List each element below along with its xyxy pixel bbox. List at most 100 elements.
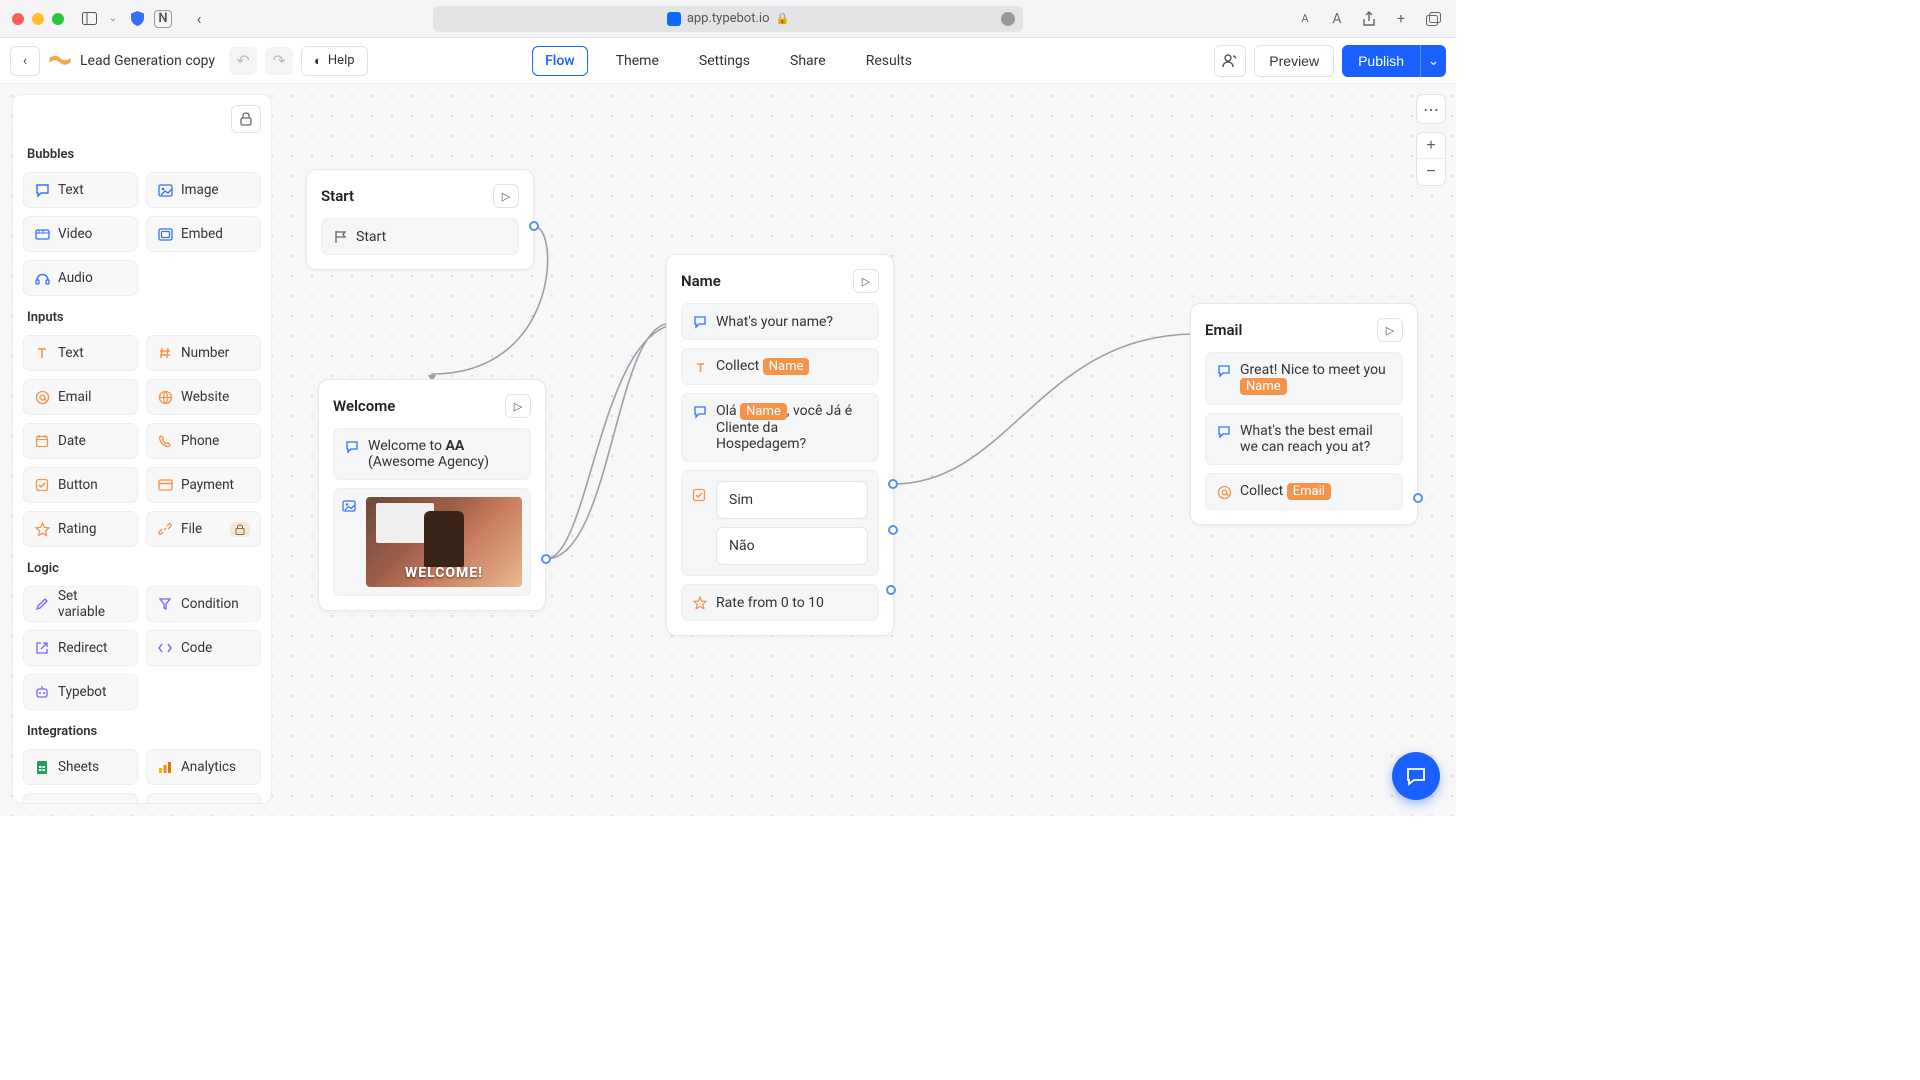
site-favicon-icon xyxy=(667,12,681,26)
back-button[interactable]: ‹ xyxy=(10,46,40,76)
help-icon: ◐ xyxy=(314,53,322,69)
main-tabs: Flow Theme Settings Share Results xyxy=(532,38,924,84)
block-redirect[interactable]: Redirect xyxy=(23,630,138,666)
tab-theme[interactable]: Theme xyxy=(604,47,671,75)
canvas-menu-button[interactable]: ⋯ xyxy=(1416,94,1446,124)
zoom-out-button[interactable]: − xyxy=(1417,159,1445,185)
publish-button[interactable]: Publish xyxy=(1342,45,1420,77)
node-email[interactable]: Email ▷ Great! Nice to meet you Name Wha… xyxy=(1190,303,1418,525)
node-name[interactable]: Name ▷ What's your name? Collect Name Ol… xyxy=(666,254,894,636)
step-ask-email[interactable]: What's the best email we can reach you a… xyxy=(1205,413,1403,465)
port-email-out[interactable] xyxy=(1413,493,1423,503)
node-start[interactable]: Start ▷ Start xyxy=(306,169,534,270)
sidebar-toggle-icon[interactable] xyxy=(78,8,100,30)
block-int-email[interactable]: Email xyxy=(146,793,261,804)
audio-icon xyxy=(34,270,50,286)
step-welcome-image[interactable] xyxy=(333,488,531,596)
project-title[interactable]: Lead Generation copy xyxy=(80,53,215,69)
section-inputs: Inputs xyxy=(27,310,261,325)
block-typebot[interactable]: Typebot xyxy=(23,674,138,710)
block-label: Video xyxy=(58,226,92,242)
block-label: Webhook xyxy=(58,803,114,804)
chat-icon xyxy=(692,404,708,420)
tab-share[interactable]: Share xyxy=(778,47,838,75)
block-phone[interactable]: Phone xyxy=(146,423,261,459)
block-image[interactable]: Image xyxy=(146,172,261,208)
port-start-out[interactable] xyxy=(529,221,539,231)
port-rate-out[interactable] xyxy=(886,585,896,595)
block-audio[interactable]: Audio xyxy=(23,260,138,296)
minimize-window-icon[interactable] xyxy=(32,13,44,25)
new-tab-icon[interactable]: + xyxy=(1390,8,1412,30)
tab-settings[interactable]: Settings xyxy=(687,47,762,75)
block-label: Button xyxy=(58,477,98,493)
run-node-button[interactable]: ▷ xyxy=(1377,318,1403,342)
back-icon[interactable]: ‹ xyxy=(188,8,210,30)
block-webhook[interactable]: Webhook xyxy=(23,793,138,804)
run-node-button[interactable]: ▷ xyxy=(493,184,519,208)
step-greet[interactable]: Great! Nice to meet you Name xyxy=(1205,352,1403,405)
step-welcome-text[interactable]: Welcome to AA (Awesome Agency) xyxy=(333,428,531,480)
run-node-button[interactable]: ▷ xyxy=(853,269,879,293)
text-size-large-icon[interactable]: A xyxy=(1326,8,1348,30)
block-condition[interactable]: Condition xyxy=(146,586,261,622)
port-welcome-out[interactable] xyxy=(541,554,551,564)
block-embed[interactable]: Embed xyxy=(146,216,261,252)
option-nao[interactable]: Não xyxy=(716,527,868,565)
step-rate[interactable]: Rate from 0 to 10 xyxy=(681,584,879,621)
tabs-overview-icon[interactable] xyxy=(1422,8,1444,30)
block-code[interactable]: Code xyxy=(146,630,261,666)
tab-flow[interactable]: Flow xyxy=(532,46,588,76)
redo-button[interactable]: ↷ xyxy=(265,47,293,75)
step-collect-name[interactable]: Collect Name xyxy=(681,348,879,385)
page-settings-icon[interactable] xyxy=(1001,12,1015,26)
code-icon xyxy=(157,640,173,656)
port-nao-out[interactable] xyxy=(888,525,898,535)
block-video[interactable]: Video xyxy=(23,216,138,252)
share-icon[interactable] xyxy=(1358,8,1380,30)
run-node-button[interactable]: ▷ xyxy=(505,394,531,418)
close-window-icon[interactable] xyxy=(12,13,24,25)
chevron-down-icon[interactable]: ⌄ xyxy=(106,8,120,30)
block-input-text[interactable]: Text xyxy=(23,335,138,371)
block-label: Redirect xyxy=(58,640,107,656)
address-bar[interactable]: app.typebot.io 🔒 xyxy=(433,6,1023,32)
notion-icon[interactable]: N xyxy=(154,10,172,28)
tab-results[interactable]: Results xyxy=(854,47,924,75)
block-website[interactable]: Website xyxy=(146,379,261,415)
shield-icon[interactable] xyxy=(126,8,148,30)
block-set-variable[interactable]: Set variable xyxy=(23,586,138,622)
block-sheets[interactable]: Sheets xyxy=(23,749,138,785)
block-date[interactable]: Date xyxy=(23,423,138,459)
step-ask-client[interactable]: Olá Name, você Já é Cliente da Hospedage… xyxy=(681,393,879,462)
block-email[interactable]: Email xyxy=(23,379,138,415)
publish-dropdown[interactable]: ⌄ xyxy=(1420,45,1446,77)
block-button[interactable]: Button xyxy=(23,467,138,503)
node-welcome[interactable]: Welcome ▷ Welcome to AA (Awesome Agency) xyxy=(318,379,546,611)
block-file[interactable]: File xyxy=(146,511,261,547)
block-analytics[interactable]: Analytics xyxy=(146,749,261,785)
block-number[interactable]: Number xyxy=(146,335,261,371)
collaborators-button[interactable] xyxy=(1214,45,1246,77)
zoom-in-button[interactable]: + xyxy=(1417,133,1445,159)
lock-icon: 🔒 xyxy=(775,12,789,25)
step-text: Olá Name, você Já é Cliente da Hospedage… xyxy=(716,403,868,452)
step-collect-email[interactable]: Collect Email xyxy=(1205,473,1403,510)
support-fab[interactable] xyxy=(1392,752,1440,800)
filter-icon xyxy=(157,596,173,612)
preview-button[interactable]: Preview xyxy=(1254,45,1334,77)
star-icon xyxy=(692,595,708,611)
text-size-small-icon[interactable]: A xyxy=(1294,8,1316,30)
block-payment[interactable]: Payment xyxy=(146,467,261,503)
undo-button[interactable]: ↶ xyxy=(229,47,257,75)
step-buttons[interactable]: Sim Não xyxy=(681,470,879,576)
option-sim[interactable]: Sim xyxy=(716,481,868,519)
port-sim-out[interactable] xyxy=(888,479,898,489)
block-rating[interactable]: Rating xyxy=(23,511,138,547)
step-ask-name[interactable]: What's your name? xyxy=(681,303,879,340)
help-button[interactable]: ◐Help xyxy=(301,46,368,76)
step-start[interactable]: Start xyxy=(321,218,519,255)
lock-sidebar-button[interactable] xyxy=(231,105,261,133)
fullscreen-window-icon[interactable] xyxy=(52,13,64,25)
block-text[interactable]: Text xyxy=(23,172,138,208)
